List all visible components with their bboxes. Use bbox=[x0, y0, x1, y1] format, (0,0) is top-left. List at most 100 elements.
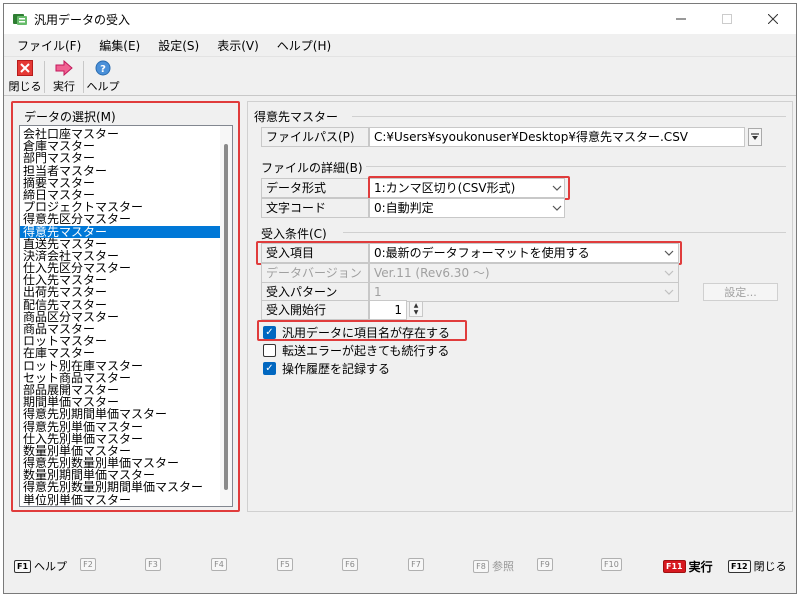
chevron-down-icon bbox=[661, 264, 677, 282]
data-selection-title: データの選択(M) bbox=[22, 108, 118, 125]
fkey-f6[interactable]: F6 bbox=[342, 558, 361, 571]
list-item[interactable]: 得意先マスター bbox=[20, 225, 220, 238]
section-divider bbox=[366, 166, 786, 167]
list-item[interactable]: 部品展開マスター bbox=[20, 384, 220, 396]
list-scroll-thumb[interactable] bbox=[224, 144, 228, 490]
fkey-f4-cap: F4 bbox=[211, 558, 227, 571]
highlight-data-format bbox=[368, 176, 570, 200]
checkbox-record-history[interactable]: ✓ 操作履歴を記録する bbox=[263, 360, 390, 377]
target-master-title: 得意先マスター bbox=[254, 110, 339, 124]
checkbox-record-history-box[interactable]: ✓ bbox=[263, 362, 276, 375]
fkey-f7[interactable]: F7 bbox=[408, 558, 427, 571]
list-item[interactable]: 直送先マスター bbox=[20, 238, 220, 250]
close-tool-label: 閉じる bbox=[8, 80, 42, 93]
fkey-f12-cap: F12 bbox=[728, 559, 751, 573]
file-browse-button[interactable] bbox=[748, 128, 762, 146]
list-item[interactable]: 得意先別数量別期間単価マスター bbox=[20, 481, 220, 493]
list-item[interactable]: 商品区分マスター bbox=[20, 311, 220, 323]
fkey-f9[interactable]: F9 bbox=[537, 558, 556, 571]
data-selection-group: データの選択(M) 会社口座マスター 倉庫マスター 部門マスター 担当者マスター 摘要マ… bbox=[11, 101, 240, 512]
checkbox-record-history-label: 操作履歴を記録する bbox=[282, 362, 391, 376]
menu-view[interactable]: 表示(V) bbox=[208, 37, 268, 54]
list-item[interactable]: 倉庫マスター bbox=[20, 140, 220, 152]
fkey-f4[interactable]: F4 bbox=[211, 558, 230, 571]
spin-up-icon[interactable]: ▲ bbox=[410, 302, 422, 309]
arrow-right-icon bbox=[55, 59, 73, 77]
list-item[interactable]: プロジェクトマスター bbox=[20, 201, 220, 213]
fkey-f3[interactable]: F3 bbox=[145, 558, 164, 571]
start-row-input[interactable]: 1 bbox=[369, 300, 407, 320]
list-item[interactable]: 在庫マスター bbox=[20, 347, 220, 359]
list-item[interactable]: 仕入先区分マスター bbox=[20, 262, 220, 274]
list-item[interactable]: 摘要マスター bbox=[20, 177, 220, 189]
char-code-select[interactable]: 0:自動判定 bbox=[369, 198, 565, 218]
list-item[interactable]: 会社口座マスター bbox=[20, 128, 220, 140]
menu-bar: ファイル(F) 編集(E) 設定(S) 表示(V) ヘルプ(H) bbox=[4, 34, 796, 56]
window-title: 汎用データの受入 bbox=[34, 12, 131, 27]
list-item[interactable]: セット商品マスター bbox=[20, 372, 220, 384]
close-window-button[interactable] bbox=[750, 4, 796, 34]
fkey-f5[interactable]: F5 bbox=[277, 558, 296, 571]
fkey-f10-cap: F10 bbox=[601, 558, 622, 571]
list-item[interactable]: 得意先区分マスター bbox=[20, 213, 220, 225]
list-item[interactable]: 単位別単価マスター bbox=[20, 494, 220, 506]
list-item[interactable]: 期間単価マスター bbox=[20, 396, 220, 408]
toolbar: 閉じる 実行 ? ヘルプ bbox=[4, 56, 796, 96]
chevron-down-icon[interactable] bbox=[549, 199, 565, 217]
file-path-label: ファイルパス(P) bbox=[261, 127, 369, 147]
run-tool-button[interactable]: 実行 bbox=[49, 59, 79, 94]
list-item[interactable]: 得意先別期間単価マスター bbox=[20, 408, 220, 420]
list-item[interactable]: 仕入先マスター bbox=[20, 274, 220, 286]
fkey-f7-cap: F7 bbox=[408, 558, 424, 571]
fkey-f2[interactable]: F2 bbox=[80, 558, 99, 571]
list-item[interactable]: ロット別在庫マスター bbox=[20, 360, 220, 372]
list-item[interactable]: 決済会社マスター bbox=[20, 250, 220, 262]
fkey-f1[interactable]: F1 ヘルプ bbox=[14, 558, 67, 574]
help-tool-button[interactable]: ? ヘルプ bbox=[86, 59, 120, 94]
list-item[interactable]: 数量別単価マスター bbox=[20, 445, 220, 457]
start-row-spinner[interactable]: ▲ ▼ bbox=[409, 301, 423, 317]
toolbar-separator bbox=[83, 61, 84, 93]
spin-down-icon[interactable]: ▼ bbox=[410, 309, 422, 316]
list-item[interactable]: 担当者マスター bbox=[20, 165, 220, 177]
help-tool-label: ヘルプ bbox=[86, 80, 120, 93]
import-pattern-label: 受入パターン bbox=[261, 282, 369, 302]
file-path-input[interactable]: C:¥Users¥syoukonuser¥Desktop¥得意先マスター.CSV bbox=[369, 127, 745, 147]
chevron-down-icon bbox=[661, 283, 677, 301]
list-scrollbar[interactable] bbox=[220, 126, 232, 506]
checkbox-continue-on-error-box[interactable] bbox=[263, 344, 276, 357]
list-item[interactable]: 得意先別数量別単価マスター bbox=[20, 457, 220, 469]
list-item[interactable]: 締日マスター bbox=[20, 189, 220, 201]
list-item[interactable]: 部門マスター bbox=[20, 152, 220, 164]
settings-button[interactable]: 設定... bbox=[703, 283, 778, 301]
fkey-f11[interactable]: F11 実行 bbox=[663, 558, 713, 575]
menu-file[interactable]: ファイル(F) bbox=[8, 37, 90, 54]
minimize-button[interactable] bbox=[658, 4, 704, 34]
list-item[interactable]: 得意先別単価マスター bbox=[20, 421, 220, 433]
maximize-button[interactable] bbox=[704, 4, 750, 34]
fkey-f12[interactable]: F12 閉じる bbox=[728, 558, 787, 574]
list-item[interactable]: 出荷先マスター bbox=[20, 286, 220, 298]
list-item[interactable]: 数量別期間単価マスター bbox=[20, 469, 220, 481]
fkey-f6-cap: F6 bbox=[342, 558, 358, 571]
close-x-icon bbox=[16, 59, 34, 77]
checkbox-continue-on-error[interactable]: 転送エラーが起きても続行する bbox=[263, 342, 449, 359]
list-item[interactable]: ロットマスター bbox=[20, 335, 220, 347]
fkey-f8[interactable]: F8 参照 bbox=[473, 558, 514, 574]
data-selection-list[interactable]: 会社口座マスター 倉庫マスター 部門マスター 担当者マスター 摘要マスター 締日マスタープ… bbox=[19, 125, 233, 507]
list-item[interactable]: 配信先マスター bbox=[20, 299, 220, 311]
close-tool-button[interactable]: 閉じる bbox=[8, 59, 42, 94]
fkey-f11-label: 実行 bbox=[688, 560, 713, 574]
fkey-f1-label: ヘルプ bbox=[34, 560, 68, 573]
help-question-icon: ? bbox=[94, 59, 112, 77]
fkey-f8-cap: F8 bbox=[473, 559, 489, 573]
data-version-select: Ver.11 (Rev6.30 〜) bbox=[369, 263, 679, 283]
data-version-label: データバージョン bbox=[261, 263, 369, 283]
list-item[interactable]: 商品マスター bbox=[20, 323, 220, 335]
menu-help[interactable]: ヘルプ(H) bbox=[268, 37, 340, 54]
fkey-f10[interactable]: F10 bbox=[601, 558, 625, 571]
list-item[interactable]: 仕入先別単価マスター bbox=[20, 433, 220, 445]
menu-edit[interactable]: 編集(E) bbox=[90, 37, 149, 54]
menu-settings[interactable]: 設定(S) bbox=[149, 37, 208, 54]
function-key-bar: F1 ヘルプ F2 F3 F4 F5 F6 F7 F8 参照 F9 F10 F1… bbox=[4, 552, 796, 580]
